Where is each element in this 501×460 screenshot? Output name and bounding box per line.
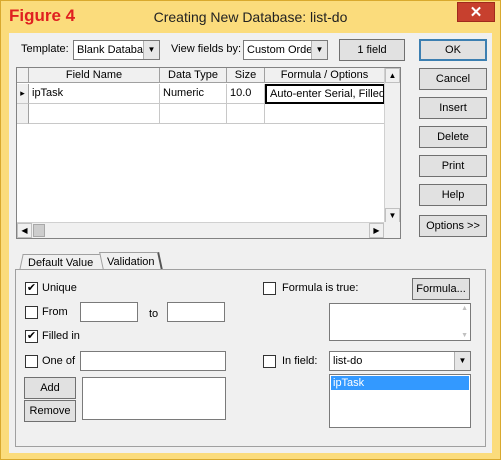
template-value: Blank Databa (77, 44, 144, 56)
insert-button[interactable]: Insert (419, 97, 487, 119)
one-of-label: One of (42, 355, 76, 367)
cell-formula-options[interactable]: Auto-enter Serial, Filled In, (265, 84, 385, 104)
row-selector[interactable] (17, 104, 29, 124)
in-field-checkbox[interactable] (263, 355, 276, 368)
column-header-field-name[interactable]: Field Name (29, 68, 160, 83)
list-item[interactable]: ipTask (331, 376, 469, 390)
to-label: to (149, 308, 159, 320)
cell-data-type[interactable]: Numeric (160, 84, 227, 104)
tab-validation-label: Validation (107, 256, 155, 268)
chevron-down-icon: ▼ (454, 352, 470, 370)
empty-cell[interactable] (227, 104, 265, 124)
chevron-down-icon: ▼ (143, 41, 159, 59)
print-button[interactable]: Print (419, 155, 487, 177)
in-field-list[interactable]: ipTask (329, 374, 471, 428)
filled-in-label: Filled in (42, 330, 80, 342)
scroll-up-icon[interactable]: ▲ (461, 305, 468, 312)
empty-cell[interactable] (265, 104, 385, 124)
column-header-size[interactable]: Size (227, 68, 265, 83)
in-field-label: In field: (282, 355, 318, 367)
chevron-down-icon: ▼ (311, 41, 327, 59)
cell-field-name[interactable]: ipTask (29, 84, 160, 104)
field-count-button[interactable]: 1 field (339, 39, 405, 61)
dialog-client-area: Template: Blank Databa ▼ View fields by:… (9, 33, 492, 453)
remove-button[interactable]: Remove (24, 400, 76, 422)
view-fields-dropdown[interactable]: Custom Orde ▼ (243, 40, 328, 60)
help-button[interactable]: Help (419, 184, 487, 206)
from-input[interactable] (80, 302, 138, 322)
column-header-data-type[interactable]: Data Type (160, 68, 227, 83)
in-field-database-value: list-do (333, 355, 363, 367)
in-field-database-dropdown[interactable]: list-do ▼ (329, 351, 471, 371)
title-bar[interactable]: Figure 4 Creating New Database: list-do … (1, 1, 500, 33)
close-button[interactable]: ✕ (457, 2, 495, 22)
scroll-thumb[interactable] (33, 224, 45, 237)
table-header: Field Name Data Type Size Formula / Opti… (17, 68, 385, 83)
cell-size[interactable]: 10.0 (227, 84, 265, 104)
scroll-right-icon[interactable]: ▶ (369, 223, 384, 238)
column-header-formula-options[interactable]: Formula / Options (265, 68, 385, 83)
window-title: Creating New Database: list-do (153, 9, 348, 25)
template-label: Template: (21, 43, 69, 55)
formula-button[interactable]: Formula... (412, 278, 470, 300)
scroll-up-icon[interactable]: ▲ (385, 68, 400, 83)
empty-cell[interactable] (160, 104, 227, 124)
dialog-window: Figure 4 Creating New Database: list-do … (0, 0, 501, 460)
view-fields-value: Custom Orde (247, 44, 313, 56)
to-input[interactable] (167, 302, 225, 322)
view-fields-label: View fields by: (171, 43, 242, 55)
options-button[interactable]: Options >> (419, 215, 487, 237)
row-selector-icon[interactable]: ▸ (17, 84, 29, 104)
one-of-checkbox[interactable] (25, 355, 38, 368)
scrollbar-corner (384, 222, 400, 238)
validation-panel: ✔ Unique From to ✔ Filled in One of Add … (15, 269, 486, 447)
formula-true-checkbox[interactable] (263, 282, 276, 295)
formula-textarea[interactable]: ▲ ▼ (329, 303, 471, 341)
check-icon: ✔ (26, 282, 37, 294)
add-button[interactable]: Add (24, 377, 76, 399)
formula-true-label: Formula is true: (282, 282, 359, 294)
one-of-input[interactable] (80, 351, 226, 371)
template-dropdown[interactable]: Blank Databa ▼ (73, 40, 160, 60)
unique-checkbox[interactable]: ✔ (25, 282, 38, 295)
filled-in-checkbox[interactable]: ✔ (25, 330, 38, 343)
scroll-down-icon[interactable]: ▼ (461, 332, 468, 339)
one-of-values-list[interactable] (82, 377, 226, 420)
field-list-table[interactable]: Field Name Data Type Size Formula / Opti… (16, 67, 401, 239)
ok-button[interactable]: OK (419, 39, 487, 61)
check-icon: ✔ (26, 330, 37, 342)
cancel-button[interactable]: Cancel (419, 68, 487, 90)
scroll-left-icon[interactable]: ◀ (17, 223, 32, 238)
scroll-down-icon[interactable]: ▼ (385, 208, 400, 223)
from-label: From (42, 306, 68, 318)
delete-button[interactable]: Delete (419, 126, 487, 148)
close-icon: ✕ (469, 4, 483, 21)
from-checkbox[interactable] (25, 306, 38, 319)
row-header-corner (17, 68, 29, 83)
unique-label: Unique (42, 282, 77, 294)
tab-default-value-label: Default Value (28, 257, 94, 269)
vertical-scrollbar[interactable]: ▲ ▼ (384, 68, 400, 224)
empty-cell[interactable] (29, 104, 160, 124)
horizontal-scrollbar[interactable]: ◀ ▶ (17, 222, 385, 238)
